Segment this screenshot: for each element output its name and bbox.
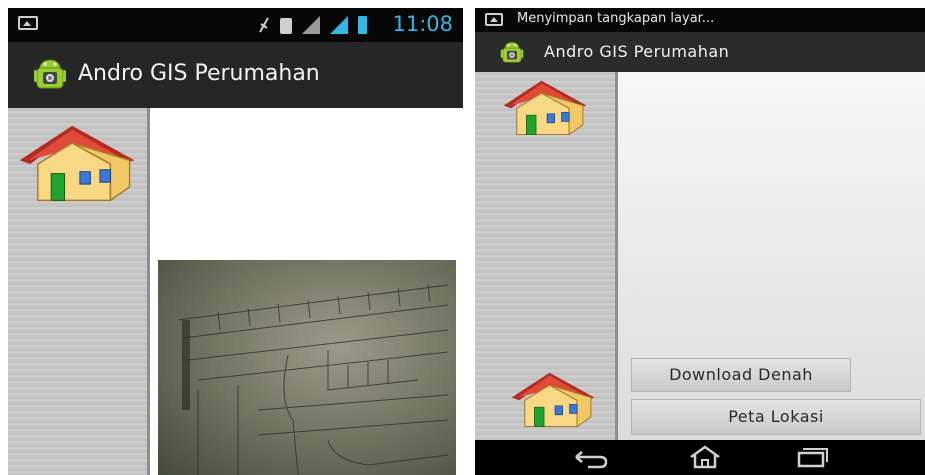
content-area xyxy=(150,108,463,475)
right-phone-screen: Menyimpan tangkapan layar... Andro GIS P… xyxy=(475,8,925,475)
site-plan-photo xyxy=(158,260,456,475)
navigation-bar xyxy=(475,440,925,475)
recent-apps-icon[interactable] xyxy=(793,445,833,469)
signal-icon xyxy=(302,16,320,34)
house-icon[interactable] xyxy=(489,370,617,432)
android-icon xyxy=(34,58,66,92)
app-title: Andro GIS Perumahan xyxy=(544,42,730,61)
sidebar xyxy=(475,72,618,440)
screenshot-notification-icon xyxy=(485,13,503,26)
status-bar: 11:08 xyxy=(8,8,463,42)
peta-lokasi-button[interactable]: Peta Lokasi xyxy=(631,399,921,435)
action-bar: Andro GIS Perumahan xyxy=(475,32,925,72)
content-area: Download Denah Peta Lokasi xyxy=(618,72,925,440)
status-time: 11:08 xyxy=(392,12,453,36)
site-plan-sketch xyxy=(177,283,449,475)
app-title: Andro GIS Perumahan xyxy=(78,61,320,86)
notification-text: Menyimpan tangkapan layar... xyxy=(517,11,715,26)
gallery-notification-icon xyxy=(18,16,38,30)
home-icon[interactable] xyxy=(687,445,723,469)
battery-icon xyxy=(358,16,367,34)
house-icon[interactable] xyxy=(14,122,140,208)
mute-icon xyxy=(259,17,269,33)
data-signal-icon xyxy=(330,16,348,34)
android-icon xyxy=(500,41,524,65)
sidebar xyxy=(8,108,150,475)
status-bar: Menyimpan tangkapan layar... xyxy=(475,8,925,32)
house-icon[interactable] xyxy=(481,78,609,140)
back-icon[interactable] xyxy=(570,445,610,469)
action-bar: Andro GIS Perumahan xyxy=(8,42,463,108)
sim-icon xyxy=(280,18,292,34)
left-phone-screen: 11:08 Andro GIS Perumahan xyxy=(8,8,463,475)
download-denah-button[interactable]: Download Denah xyxy=(631,358,851,392)
